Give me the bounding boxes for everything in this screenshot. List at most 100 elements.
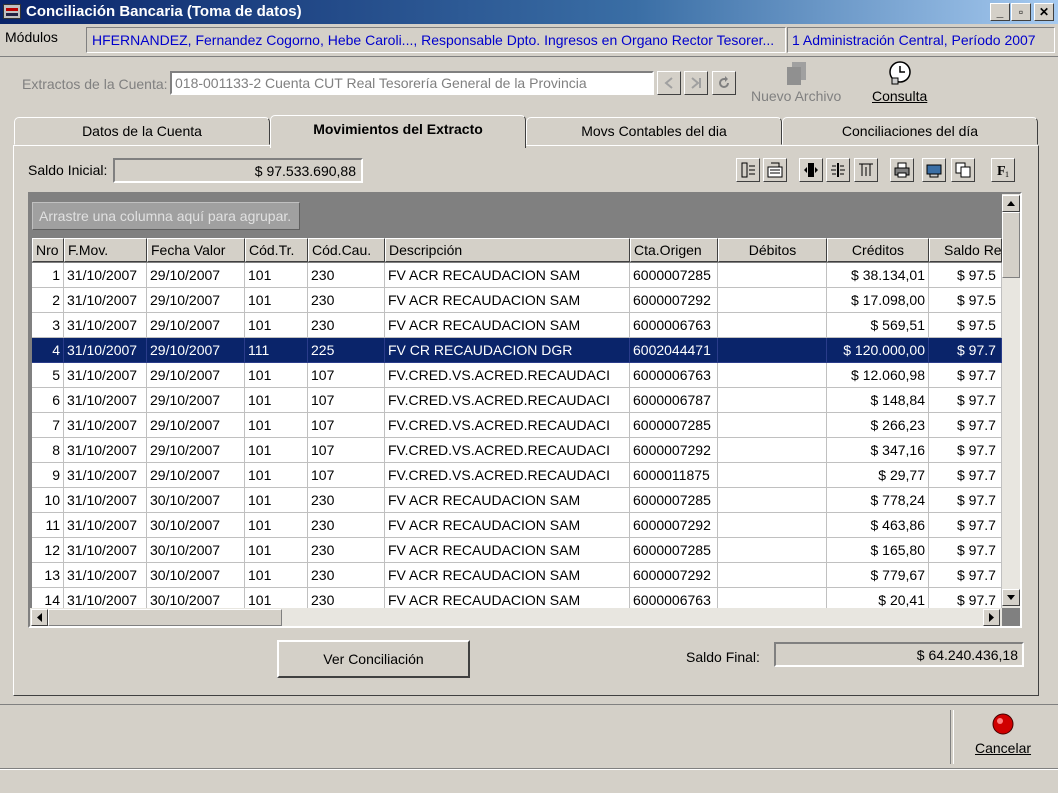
columns-button[interactable] xyxy=(736,158,760,182)
cell-descripcion: FV.CRED.VS.ACRED.RECAUDACI xyxy=(385,463,630,488)
extract-input[interactable]: 018-001133-2 Cuenta CUT Real Tesorería G… xyxy=(170,71,654,95)
cell-creditos: $ 12.060,98 xyxy=(827,363,929,388)
cell-fmov: 31/10/2007 xyxy=(64,563,147,588)
title-bar[interactable]: Conciliación Bancaria (Toma de datos) _ … xyxy=(0,0,1058,24)
next-extract-button[interactable] xyxy=(684,71,708,95)
column-header-creditos[interactable]: Créditos xyxy=(827,238,929,262)
function-button[interactable]: F1 xyxy=(991,158,1015,182)
refresh-extract-button[interactable] xyxy=(712,71,736,95)
minimize-button[interactable]: _ xyxy=(990,3,1010,21)
vertical-scroll-thumb[interactable] xyxy=(1002,212,1020,278)
table-row[interactable]: 3 31/10/2007 29/10/2007 101 230 FV ACR RECAUD… xyxy=(32,313,1002,338)
cell-fmov: 31/10/2007 xyxy=(64,463,147,488)
maximize-button[interactable]: ▫ xyxy=(1011,3,1031,21)
cell-fecha-valor: 29/10/2007 xyxy=(147,363,245,388)
cell-codcau: 230 xyxy=(308,563,385,588)
copy-button[interactable] xyxy=(951,158,975,182)
preview-icon xyxy=(926,164,942,178)
cell-codcau: 107 xyxy=(308,388,385,413)
cell-cta-origen: 6000007285 xyxy=(630,488,718,513)
table-row[interactable]: 10 31/10/2007 30/10/2007 101 230 FV ACR RECAU… xyxy=(32,488,1002,513)
table-row[interactable]: 2 31/10/2007 29/10/2007 101 230 FV ACR RECAUD… xyxy=(32,288,1002,313)
cell-saldo: $ 97.7 xyxy=(929,538,1002,563)
cell-codtr: 101 xyxy=(245,488,308,513)
filter-button[interactable] xyxy=(854,158,878,182)
close-button[interactable]: ✕ xyxy=(1034,3,1054,21)
cell-creditos: $ 165,80 xyxy=(827,538,929,563)
cell-nro: 12 xyxy=(32,538,64,563)
column-header-cta-origen[interactable]: Cta.Origen xyxy=(630,238,718,262)
cell-codtr: 101 xyxy=(245,438,308,463)
export-button[interactable] xyxy=(763,158,787,182)
cell-descripcion: FV CR RECAUDACION DGR xyxy=(385,338,630,363)
cell-creditos: $ 347,16 xyxy=(827,438,929,463)
table-row[interactable]: 12 31/10/2007 30/10/2007 101 230 FV ACR RECAU… xyxy=(32,538,1002,563)
column-header-saldo[interactable]: Saldo Re xyxy=(929,238,1002,262)
column-header-nro[interactable]: Nro xyxy=(32,238,64,262)
scroll-right-button[interactable] xyxy=(983,609,1000,626)
table-row[interactable]: 5 31/10/2007 29/10/2007 101 107 FV.CRED.VS.AC… xyxy=(32,363,1002,388)
scroll-left-button[interactable] xyxy=(31,609,48,626)
saldo-final-value: $ 64.240.436,18 xyxy=(916,647,1018,663)
preview-button[interactable] xyxy=(922,158,946,182)
cell-creditos: $ 29,77 xyxy=(827,463,929,488)
column-header-codcau[interactable]: Cód.Cau. xyxy=(308,238,385,262)
print-button[interactable] xyxy=(890,158,914,182)
printer-icon xyxy=(894,162,910,178)
tab-datos-cuenta[interactable]: Datos de la Cuenta xyxy=(14,117,270,145)
expand-columns-button[interactable] xyxy=(799,158,823,182)
cell-nro: 10 xyxy=(32,488,64,513)
cell-codcau: 107 xyxy=(308,438,385,463)
table-row[interactable]: 13 31/10/2007 30/10/2007 101 230 FV ACR RECAU… xyxy=(32,563,1002,588)
filter-icon xyxy=(859,163,873,176)
modulos-menu[interactable]: Módulos xyxy=(5,29,58,45)
tab-conciliaciones[interactable]: Conciliaciones del día xyxy=(782,117,1038,145)
table-row[interactable]: 9 31/10/2007 29/10/2007 101 107 FV.CRED.VS.AC… xyxy=(32,463,1002,488)
tab-movs-contables[interactable]: Movs Contables del dia xyxy=(526,117,782,145)
column-header-fecha-valor[interactable]: Fecha Valor xyxy=(147,238,245,262)
cell-codtr: 101 xyxy=(245,288,308,313)
columns-icon xyxy=(741,162,755,178)
cancelar-button[interactable]: Cancelar xyxy=(964,708,1044,764)
scroll-up-button[interactable] xyxy=(1002,195,1020,212)
cell-fmov: 31/10/2007 xyxy=(64,313,147,338)
table-row[interactable]: 6 31/10/2007 29/10/2007 101 107 FV.CRED.VS.AC… xyxy=(32,388,1002,413)
column-header-codtr[interactable]: Cód.Tr. xyxy=(245,238,308,262)
column-header-debitos[interactable]: Débitos xyxy=(718,238,827,262)
cell-codtr: 101 xyxy=(245,563,308,588)
table-row[interactable]: 8 31/10/2007 29/10/2007 101 107 FV.CRED.VS.AC… xyxy=(32,438,1002,463)
cell-debitos xyxy=(718,338,827,363)
cell-creditos: $ 266,23 xyxy=(827,413,929,438)
scroll-down-button[interactable] xyxy=(1002,589,1020,606)
cell-codcau: 225 xyxy=(308,338,385,363)
table-row[interactable]: 4 31/10/2007 29/10/2007 111 225 FV CR RECAUDA… xyxy=(32,338,1002,363)
split-columns-button[interactable] xyxy=(826,158,850,182)
cell-descripcion: FV ACR RECAUDACION SAM xyxy=(385,263,630,288)
consulta-button[interactable]: Consulta xyxy=(866,58,936,106)
cell-fecha-valor: 30/10/2007 xyxy=(147,538,245,563)
nuevo-archivo-button[interactable]: Nuevo Archivo xyxy=(748,58,848,106)
context-info: 1 Administración Central, Período 2007 xyxy=(792,32,1036,48)
cell-codcau: 230 xyxy=(308,488,385,513)
cell-debitos xyxy=(718,288,827,313)
cell-fecha-valor: 30/10/2007 xyxy=(147,488,245,513)
cell-saldo: $ 97.7 xyxy=(929,388,1002,413)
window-title: Conciliación Bancaria (Toma de datos) xyxy=(26,3,302,20)
cell-creditos: $ 120.000,00 xyxy=(827,338,929,363)
prev-extract-button[interactable] xyxy=(657,71,681,95)
horizontal-scroll-thumb[interactable] xyxy=(48,609,282,626)
table-row[interactable]: 7 31/10/2007 29/10/2007 101 107 FV.CRED.VS.AC… xyxy=(32,413,1002,438)
saldo-inicial-value: $ 97.533.690,88 xyxy=(254,163,356,179)
ver-conciliacion-button[interactable]: Ver Conciliación xyxy=(277,640,470,678)
cell-fmov: 31/10/2007 xyxy=(64,388,147,413)
table-row[interactable]: 1 31/10/2007 29/10/2007 101 230 FV ACR RECAUD… xyxy=(32,263,1002,288)
cell-fecha-valor: 30/10/2007 xyxy=(147,513,245,538)
cell-debitos xyxy=(718,388,827,413)
group-by-area[interactable]: Arrastre una columna aquí para agrupar. xyxy=(32,202,300,230)
cell-cta-origen: 6002044471 xyxy=(630,338,718,363)
table-row[interactable]: 11 31/10/2007 30/10/2007 101 230 FV ACR RECAU… xyxy=(32,513,1002,538)
column-header-fmov[interactable]: F.Mov. xyxy=(64,238,147,262)
cell-fecha-valor: 29/10/2007 xyxy=(147,288,245,313)
column-header-descripcion[interactable]: Descripción xyxy=(385,238,630,262)
tab-movimientos-extracto[interactable]: Movimientos del Extracto xyxy=(270,115,526,148)
